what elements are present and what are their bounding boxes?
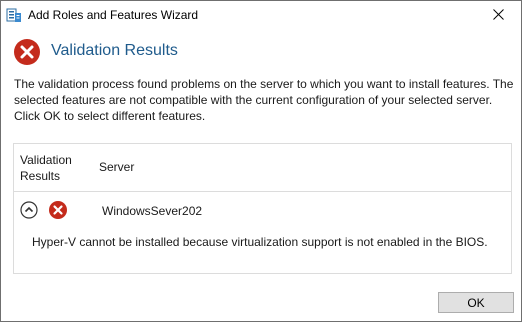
close-button[interactable] [476, 1, 521, 30]
column-header-server[interactable]: Server [99, 160, 134, 174]
server-manager-icon [6, 7, 22, 23]
title-bar[interactable]: Add Roles and Features Wizard [1, 1, 521, 30]
wizard-window: Add Roles and Features Wizard Validation… [0, 0, 522, 322]
collapse-row-button[interactable] [20, 201, 38, 219]
column-header-validation-results[interactable]: Validation Results [20, 152, 84, 184]
row-error-message: Hyper-V cannot be installed because virt… [32, 235, 488, 249]
close-icon [493, 8, 504, 23]
error-icon [13, 38, 41, 66]
results-table: Validation Results Server WindowsSever20… [13, 143, 512, 274]
window-title: Add Roles and Features Wizard [28, 8, 199, 22]
validation-description: The validation process found problems on… [14, 77, 514, 123]
row-server-name: WindowsSever202 [102, 204, 203, 218]
page-title: Validation Results [51, 42, 178, 59]
header-divider [14, 191, 511, 192]
row-error-icon [48, 200, 68, 220]
ok-button[interactable]: OK [438, 292, 514, 313]
